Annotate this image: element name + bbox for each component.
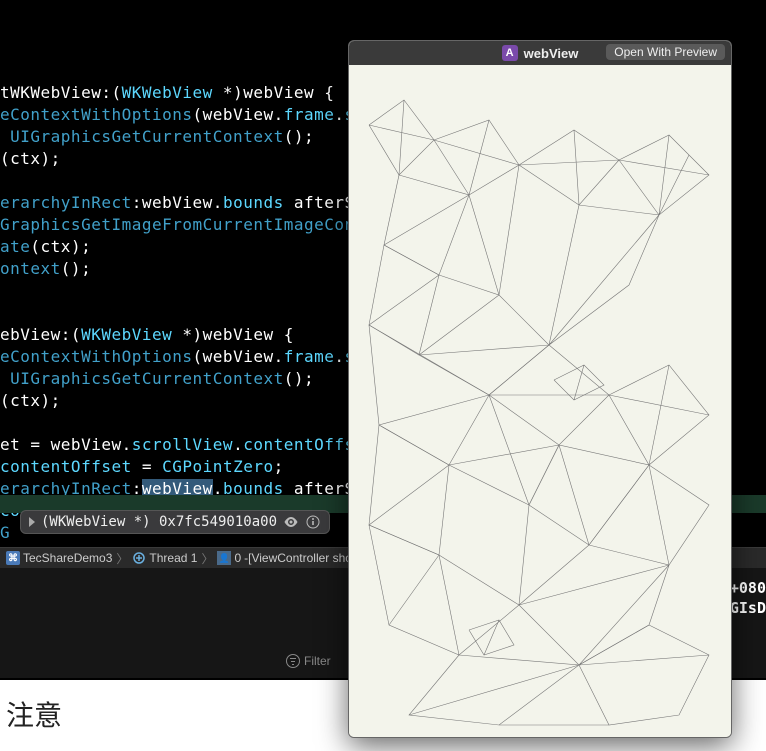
code-token: .	[334, 105, 344, 124]
code-token: ();	[284, 127, 314, 146]
code-token: ;	[274, 457, 284, 476]
code-token: afterS	[284, 193, 355, 212]
info-icon[interactable]	[305, 514, 321, 530]
filter-placeholder: Filter	[304, 654, 331, 668]
code-token: eContextWithOptions	[0, 347, 193, 366]
code-token: eContextWithOptions	[0, 105, 193, 124]
quicklook-eye-icon[interactable]	[283, 514, 299, 530]
code-token: frame	[284, 105, 335, 124]
thread-icon	[132, 551, 146, 565]
code-token: *)webView {	[213, 83, 335, 102]
jump-frame[interactable]: 👤 0 -[ViewController shotTo	[215, 551, 370, 565]
code-token: erarchyInRect	[0, 193, 132, 212]
code-token: ();	[284, 369, 314, 388]
code-token: *)webView {	[172, 325, 294, 344]
code-token: G	[0, 523, 10, 542]
project-icon: ⌘	[6, 551, 20, 565]
jump-thread-label: Thread 1	[149, 551, 197, 565]
chevron-right-icon: 〉	[116, 550, 128, 567]
code-token: CGPointZero	[162, 457, 273, 476]
variables-filter[interactable]: Filter	[286, 654, 331, 668]
preview-type-badge-icon: A	[502, 45, 518, 61]
debug-value-tooltip[interactable]: (WKWebView *) 0x7fc549010a00	[20, 510, 330, 534]
code-token: (webView.	[193, 105, 284, 124]
person-icon: 👤	[217, 551, 231, 565]
code-token: :webView.	[132, 193, 223, 212]
code-token: frame	[284, 347, 335, 366]
code-token: contentOffs	[243, 435, 354, 454]
chevron-right-icon: 〉	[201, 550, 213, 567]
jump-frame-num: 0	[234, 551, 241, 565]
disclosure-triangle-icon[interactable]	[29, 517, 35, 527]
code-token: ate	[0, 237, 30, 256]
jump-thread[interactable]: Thread 1	[130, 551, 199, 565]
code-token: (webView.	[193, 347, 284, 366]
code-token: ontext	[0, 259, 61, 278]
preview-title: webView	[524, 46, 579, 61]
code-token: bounds	[223, 193, 284, 212]
code-token: WKWebView	[81, 325, 172, 344]
code-token: et = webView.	[0, 435, 132, 454]
code-token: =	[132, 457, 162, 476]
code-token: scrollView	[132, 435, 233, 454]
preview-titlebar: A webView Open With Preview	[349, 41, 731, 65]
code-token: GraphicsGetImageFromCurrentImageCon	[0, 215, 355, 234]
code-token: contentOffset	[0, 457, 132, 476]
code-token: ();	[61, 259, 91, 278]
tooltip-text: (WKWebView *) 0x7fc549010a00	[41, 514, 277, 530]
filter-icon	[286, 654, 300, 668]
quicklook-preview-panel[interactable]: A webView Open With Preview	[348, 40, 732, 738]
code-token: (ctx);	[0, 391, 61, 410]
code-token: WKWebView	[122, 83, 213, 102]
code-token: UIGraphicsGetCurrentContext	[0, 369, 284, 388]
code-token: (ctx);	[30, 237, 91, 256]
code-token: ebView:(	[0, 325, 81, 344]
open-with-preview-button[interactable]: Open With Preview	[606, 44, 725, 60]
code-token: tWKWebView:(	[0, 83, 122, 102]
code-token: .	[334, 347, 344, 366]
code-token: .	[233, 435, 243, 454]
preview-content	[349, 65, 731, 737]
jump-project[interactable]: ⌘ TecShareDemo3	[4, 551, 114, 565]
code-token: UIGraphicsGetCurrentContext	[0, 127, 284, 146]
jump-project-label: TecShareDemo3	[23, 551, 112, 565]
code-token: (ctx);	[0, 149, 61, 168]
console-output: +080 GIsD	[730, 578, 766, 618]
